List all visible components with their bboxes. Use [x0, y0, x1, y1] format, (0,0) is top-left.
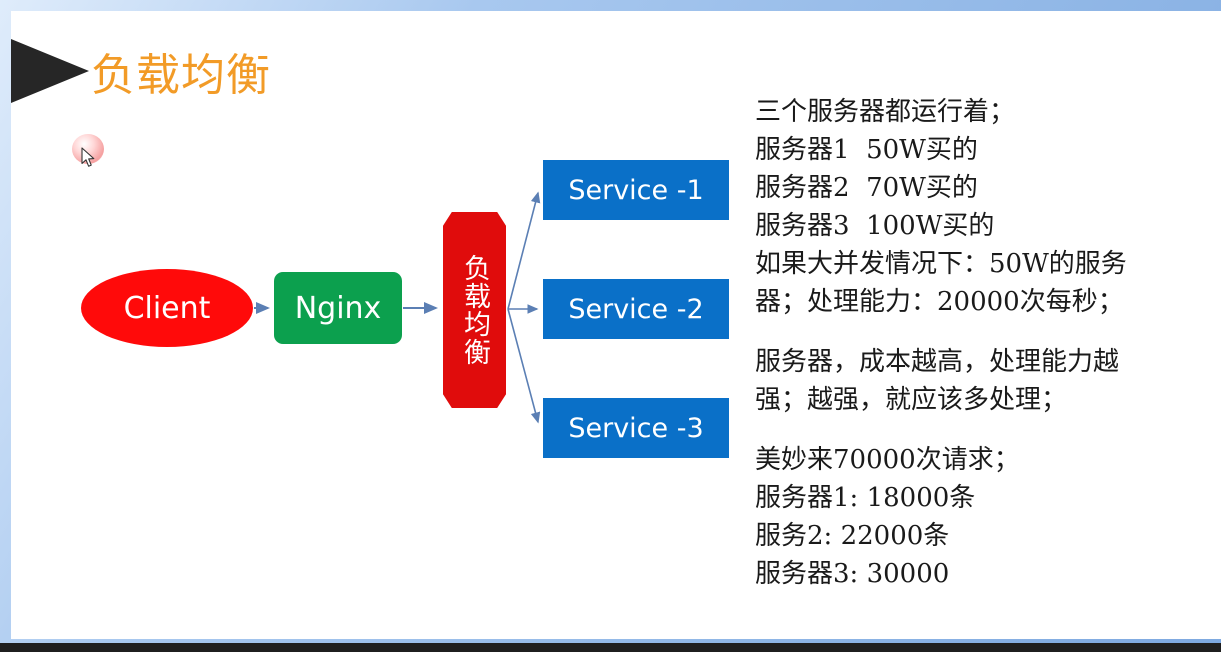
notes-line: 服务2: 22000条 — [755, 521, 950, 551]
notes-line: 强；越强，就应该多处理； — [755, 385, 1068, 415]
node-client[interactable]: Client — [81, 269, 253, 347]
page-title: 负载均衡 — [91, 50, 271, 101]
node-service-2[interactable]: Service -2 — [543, 279, 729, 339]
node-client-label: Client — [123, 290, 211, 326]
notes-spacer — [755, 419, 1221, 441]
notes-line: 服务器3: 30000 — [755, 559, 950, 589]
notes-block-3: 美妙来70000次请求； 服务器1: 18000条 服务2: 22000条 服务… — [755, 441, 1221, 593]
presentation-window: 负载均衡 Client Nginx 负载均衡 Service -1 Servic… — [0, 0, 1221, 652]
node-nginx[interactable]: Nginx — [274, 272, 402, 344]
notes-block-2: 服务器，成本越高，处理能力越 强；越强，就应该多处理； — [755, 343, 1221, 419]
notes-line: 服务器1: 18000条 — [755, 483, 976, 513]
window-bottom-bar — [0, 643, 1221, 652]
node-service-1-label: Service -1 — [568, 174, 704, 206]
node-load-balancer-label: 负载均衡 — [459, 254, 490, 366]
notes-line: 服务器2 70W买的 — [755, 173, 978, 203]
notes-line: 服务器，成本越高，处理能力越 — [755, 347, 1120, 377]
title-arrow-icon — [11, 39, 89, 103]
notes-line: 美妙来70000次请求； — [755, 445, 1020, 475]
notes-block-1: 三个服务器都运行着； 服务器1 50W买的 服务器2 70W买的 服务器3 10… — [755, 93, 1221, 321]
notes-column: 三个服务器都运行着； 服务器1 50W买的 服务器2 70W买的 服务器3 10… — [755, 93, 1221, 593]
notes-line: 如果大并发情况下：50W的服务 — [755, 249, 1127, 279]
notes-line: 三个服务器都运行着； — [755, 97, 1016, 127]
notes-line: 器；处理能力：20000次每秒； — [755, 287, 1124, 317]
node-service-2-label: Service -2 — [568, 293, 704, 325]
notes-line: 服务器3 100W买的 — [755, 211, 995, 241]
node-service-3[interactable]: Service -3 — [543, 398, 729, 458]
notes-spacer — [755, 321, 1221, 343]
node-nginx-label: Nginx — [294, 290, 382, 326]
node-service-1[interactable]: Service -1 — [543, 160, 729, 220]
mouse-pointer-icon — [81, 147, 95, 167]
node-service-3-label: Service -3 — [568, 412, 704, 444]
slide-canvas[interactable]: 负载均衡 Client Nginx 负载均衡 Service -1 Servic… — [11, 11, 1221, 639]
node-load-balancer[interactable]: 负载均衡 — [443, 212, 506, 408]
notes-line: 服务器1 50W买的 — [755, 135, 978, 165]
